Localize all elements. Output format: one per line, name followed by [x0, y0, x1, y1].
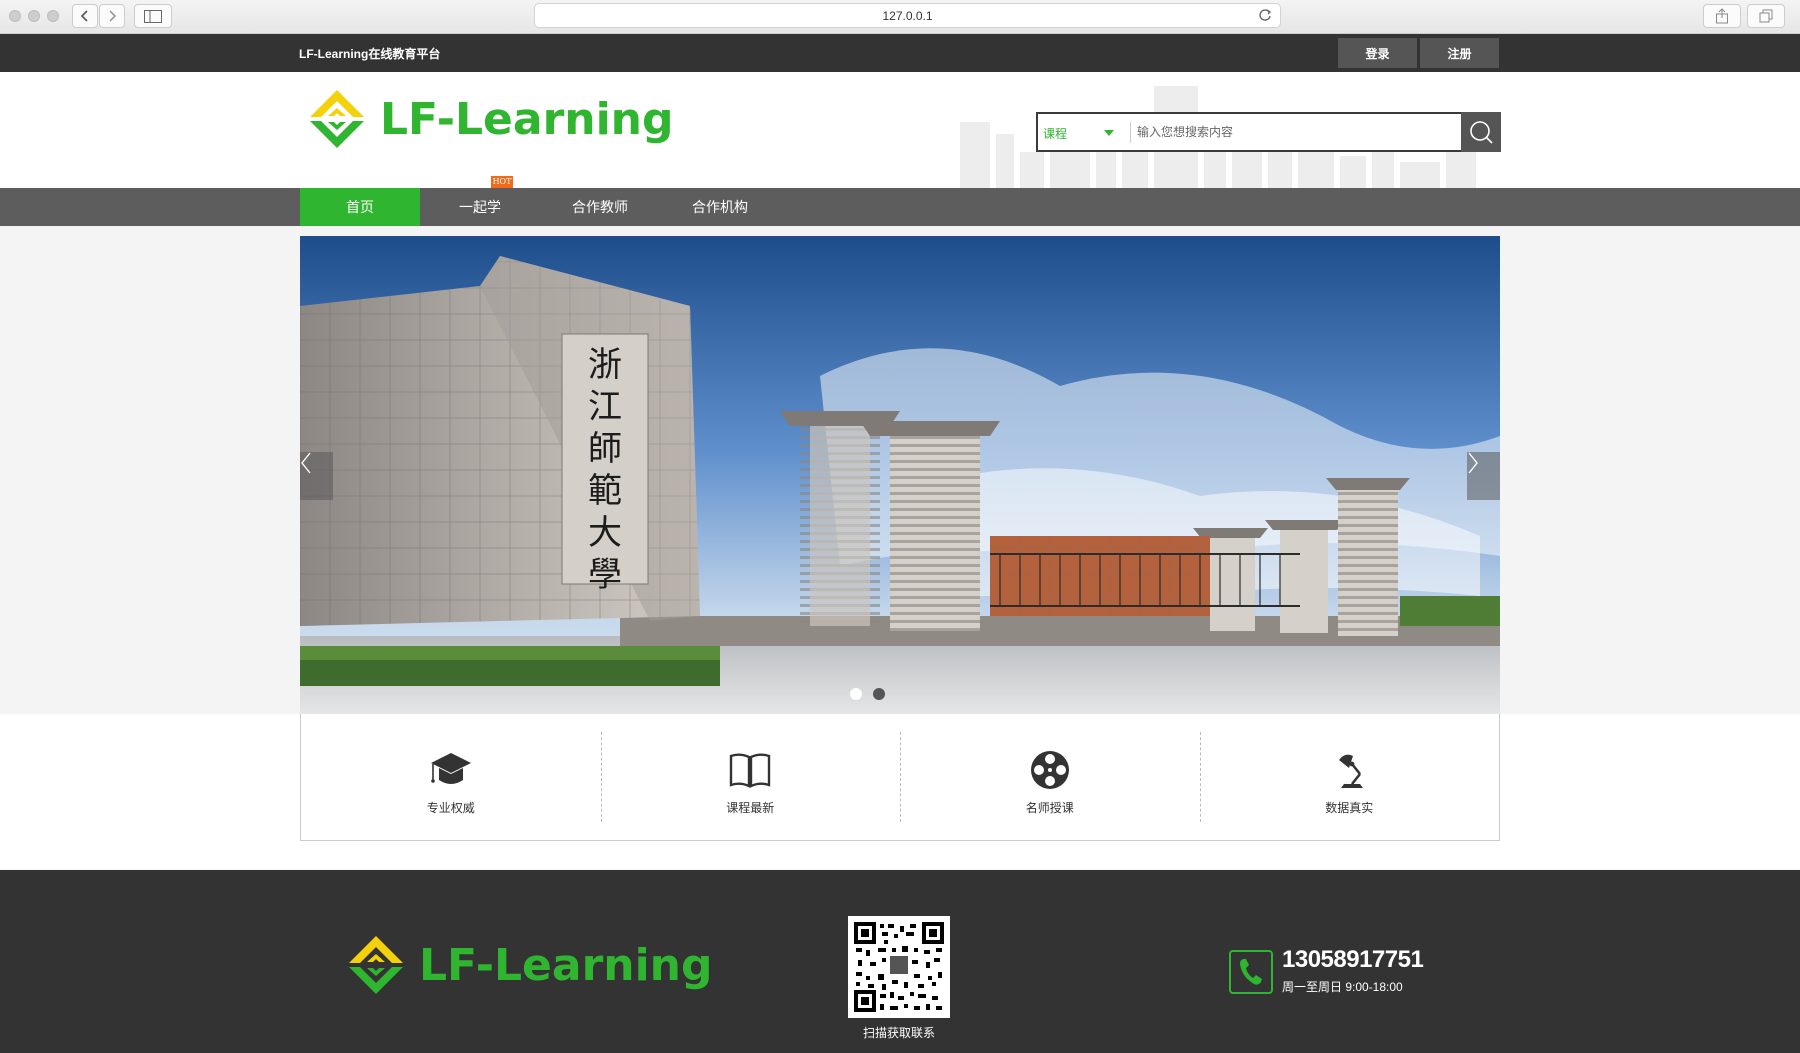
window-close-button[interactable]	[9, 10, 21, 22]
sidebar-toggle-button[interactable]	[134, 4, 172, 28]
site-name: LF-Learning在线教育平台	[299, 47, 441, 61]
lf-logo-mark-icon	[310, 90, 364, 148]
feature-label: 课程最新	[726, 801, 775, 815]
main-nav: 首页 一起学 合作教师 合作机构	[0, 188, 1800, 226]
feature-authority[interactable]: 专业权威	[301, 714, 601, 840]
hero-carousel[interactable]: 浙 江 師 範 大 學	[300, 236, 1500, 714]
logo-text: LF-Learning	[380, 93, 674, 145]
nav-item-home[interactable]: 首页	[300, 188, 420, 226]
qr-label: 扫描获取联系	[862, 1026, 935, 1040]
site-footer: LF-Learning 扫描获取联系 13058917751 周一至周日 9:0…	[0, 870, 1800, 1053]
tabs-icon	[1759, 9, 1773, 23]
tabs-overview-button[interactable]	[1747, 4, 1785, 28]
sign-char: 學	[588, 555, 622, 595]
chevron-right-icon	[1468, 452, 1478, 474]
forward-button[interactable]	[99, 4, 125, 28]
window-zoom-button[interactable]	[47, 10, 59, 22]
feature-label: 名师授课	[1025, 801, 1074, 815]
search-category-select[interactable]: 课程	[1043, 125, 1067, 142]
login-button[interactable]: 登录	[1338, 38, 1417, 68]
feature-label: 专业权威	[426, 801, 475, 815]
banner-image: 浙 江 師 範 大 學	[300, 236, 1500, 714]
feature-newest-courses[interactable]: 课程最新	[600, 714, 901, 840]
phone-hours: 周一至周日 9:00-18:00	[1282, 980, 1403, 994]
chevron-left-icon	[301, 452, 311, 474]
graduation-cap-icon	[430, 753, 471, 784]
sign-char: 大	[588, 513, 622, 553]
carousel-dots	[850, 688, 885, 700]
sidebar-icon	[144, 9, 162, 23]
sign-char: 浙	[588, 345, 622, 385]
hot-badge: HOT	[491, 176, 513, 188]
address-bar[interactable]: 127.0.0.1	[534, 3, 1281, 28]
address-text: 127.0.0.1	[882, 8, 933, 23]
nav-item-study-together[interactable]: 一起学	[420, 188, 540, 226]
back-button[interactable]	[72, 4, 98, 28]
search-input[interactable]	[1137, 118, 1402, 146]
feature-label: 数据真实	[1325, 801, 1374, 815]
phone-number: 13058917751	[1282, 946, 1424, 973]
register-button[interactable]: 注册	[1420, 38, 1499, 68]
carousel-dot-2[interactable]	[873, 688, 885, 700]
site-header: LF-Learning 课程	[0, 72, 1800, 188]
sign-char: 範	[588, 471, 622, 511]
browser-toolbar: 127.0.0.1	[0, 0, 1800, 34]
share-icon	[1716, 8, 1728, 24]
search-box: 课程	[1036, 112, 1501, 152]
carousel-prev-button[interactable]	[300, 452, 333, 500]
carousel-next-button[interactable]	[1467, 452, 1500, 500]
film-reel-icon	[1030, 751, 1069, 789]
search-divider	[1130, 122, 1131, 143]
search-icon	[1470, 121, 1493, 144]
sign-char: 師	[588, 429, 622, 469]
open-book-icon	[730, 753, 771, 788]
qr-code-icon	[854, 922, 944, 1012]
share-button[interactable]	[1703, 4, 1741, 28]
phone-icon	[1240, 959, 1262, 985]
nav-item-teachers[interactable]: 合作教师	[540, 188, 660, 226]
features-row: 专业权威 课程最新 名师授课 数据真实	[300, 714, 1500, 841]
site-logo[interactable]: LF-Learning	[304, 86, 674, 152]
lf-logo-mark-icon	[349, 936, 403, 994]
reload-icon[interactable]	[1258, 8, 1272, 22]
feature-famous-teachers[interactable]: 名师授课	[900, 714, 1200, 840]
desk-lamp-icon	[1339, 754, 1364, 788]
chevron-down-icon[interactable]	[1104, 130, 1114, 136]
carousel-dot-1[interactable]	[850, 688, 862, 700]
top-bar: LF-Learning在线教育平台 登录 注册	[0, 34, 1800, 72]
footer-logo: LF-Learning	[343, 932, 713, 998]
nav-item-institutions[interactable]: 合作机构	[660, 188, 780, 226]
footer-logo-text: LF-Learning	[419, 939, 713, 991]
phone-icon-box	[1229, 950, 1273, 994]
qr-code	[848, 916, 950, 1018]
chevron-left-icon	[80, 10, 88, 22]
sign-char: 江	[588, 387, 622, 427]
feature-real-data[interactable]: 数据真实	[1199, 714, 1500, 840]
search-button[interactable]	[1461, 112, 1501, 152]
window-minimize-button[interactable]	[28, 10, 40, 22]
chevron-right-icon	[109, 10, 117, 22]
